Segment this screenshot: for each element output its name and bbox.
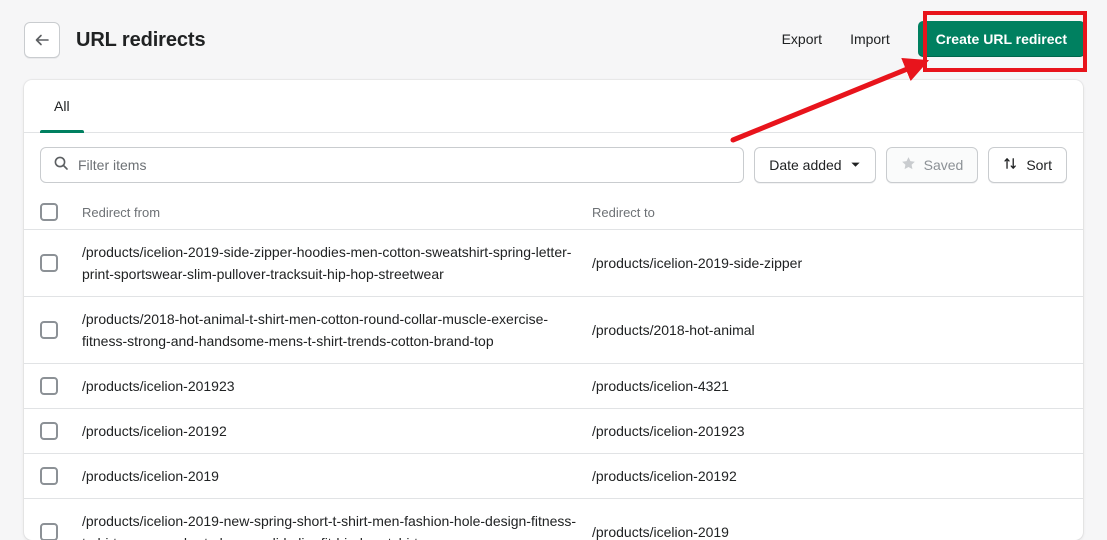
row-checkbox[interactable] [40,254,58,272]
table-header-row: Redirect from Redirect to [24,195,1083,230]
cell-redirect-from: /products/icelion-201923 [82,378,235,394]
cell-redirect-to: /products/icelion-201923 [592,423,745,439]
table-row[interactable]: /products/icelion-20192 /products/icelio… [24,409,1083,454]
cell-redirect-to: /products/2018-hot-animal [592,322,755,338]
row-checkbox[interactable] [40,467,58,485]
page-header: URL redirects Export Import Create URL r… [0,0,1107,83]
row-checkbox[interactable] [40,321,58,339]
search-icon [53,155,69,176]
page-title: URL redirects [76,29,206,51]
cell-redirect-to: /products/icelion-2019 [592,524,729,540]
table-row[interactable]: /products/icelion-2019-side-zipper-hoodi… [24,230,1083,297]
search-field[interactable] [40,147,745,183]
back-button[interactable] [24,22,60,58]
date-added-filter-button[interactable]: Date added [754,147,876,183]
cell-redirect-from: /products/icelion-2019-side-zipper-hoodi… [82,244,572,282]
cell-redirect-from: /products/icelion-2019-new-spring-short-… [82,513,577,540]
row-select-cell [40,422,82,440]
header-actions: Export Import Create URL redirect [768,21,1085,57]
row-select-cell [40,254,82,272]
cell-redirect-from: /products/2018-hot-animal-t-shirt-men-co… [82,311,549,349]
arrow-left-icon [34,32,50,48]
filter-toolbar: Date added Saved Sort [24,133,1083,195]
sort-button[interactable]: Sort [988,147,1067,183]
row-checkbox[interactable] [40,377,58,395]
row-select-cell [40,523,82,540]
saved-label: Saved [923,157,964,173]
row-select-cell [40,377,82,395]
import-button[interactable]: Import [836,24,904,54]
star-icon [901,156,916,174]
column-header-redirect-to[interactable]: Redirect to [592,205,1067,220]
row-checkbox[interactable] [40,422,58,440]
chevron-down-icon [850,157,861,173]
row-select-cell [40,321,82,339]
cell-redirect-to: /products/icelion-4321 [592,378,729,394]
cell-redirect-to: /products/icelion-2019-side-zipper [592,255,803,271]
table-row[interactable]: /products/icelion-2019 /products/icelion… [24,454,1083,499]
create-url-redirect-button[interactable]: Create URL redirect [917,21,1085,57]
cell-redirect-to: /products/icelion-20192 [592,468,737,484]
table-body: /products/icelion-2019-side-zipper-hoodi… [24,230,1083,540]
tab-all-label: All [54,98,70,114]
select-all-cell [40,203,82,221]
row-select-cell [40,467,82,485]
url-redirects-card: All Date added Saved [24,80,1083,540]
search-input[interactable] [78,157,732,173]
export-button[interactable]: Export [768,24,836,54]
column-header-redirect-from[interactable]: Redirect from [82,205,592,220]
header-left-group: URL redirects [24,22,206,58]
table-row[interactable]: /products/icelion-201923 /products/iceli… [24,364,1083,409]
saved-filter-button[interactable]: Saved [885,147,979,183]
tab-bar: All [24,80,1083,133]
cell-redirect-from: /products/icelion-20192 [82,423,227,439]
tab-all[interactable]: All [40,80,84,133]
table-row[interactable]: /products/icelion-2019-new-spring-short-… [24,499,1083,540]
date-added-label: Date added [769,157,842,173]
sort-arrows-icon [1003,156,1018,174]
select-all-checkbox[interactable] [40,203,58,221]
cell-redirect-from: /products/icelion-2019 [82,468,219,484]
row-checkbox[interactable] [40,523,58,540]
table-row[interactable]: /products/2018-hot-animal-t-shirt-men-co… [24,297,1083,364]
sort-label: Sort [1026,157,1052,173]
